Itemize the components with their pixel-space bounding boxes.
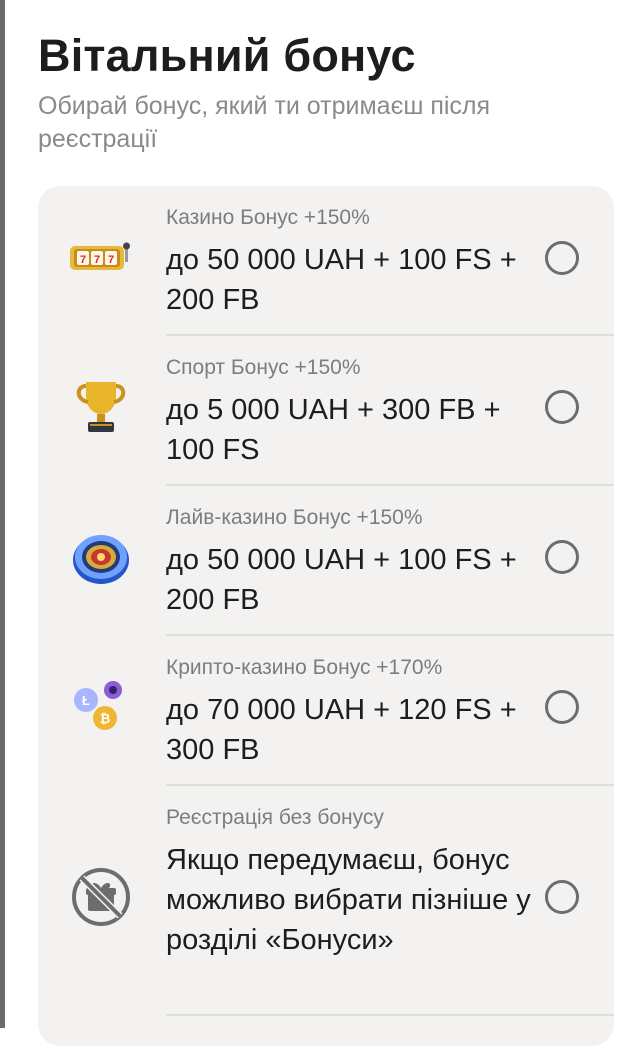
slot-machine-icon: 7 7 7	[68, 224, 134, 290]
page-subtitle: Обирай бонус, який ти отримаєш після реє…	[38, 92, 491, 153]
welcome-bonus-page: Вітальний бонус Обирай бонус, який ти от…	[0, 0, 630, 1046]
radio-button[interactable]	[545, 540, 579, 574]
option-label: Спорт Бонус +150%	[166, 356, 361, 379]
bonus-option-sport[interactable]: Спорт Бонус +150% до 5 000 UAH + 300 FB …	[38, 336, 614, 486]
bonus-option-casino[interactable]: 7 7 7 Казино Бонус +150% до 50 000 UAH +…	[38, 186, 614, 336]
bonus-option-crypto-casino[interactable]: Ł ₿ Крипто-казино Бонус +170% до 70 000 …	[38, 636, 614, 786]
radio-button[interactable]	[545, 880, 579, 914]
radio-button[interactable]	[545, 690, 579, 724]
radio-button[interactable]	[545, 390, 579, 424]
svg-text:Ł: Ł	[82, 693, 90, 708]
option-label: Реєстрація без бонусу	[166, 806, 384, 829]
option-label: Казино Бонус +150%	[166, 206, 370, 229]
page-title: Вітальний бонус	[38, 30, 416, 81]
option-value: до 5 000 UAH + 300 FB + 100 FS	[166, 394, 501, 466]
option-value: до 50 000 UAH + 100 FS + 200 FB	[166, 244, 517, 316]
radio-button[interactable]	[545, 241, 579, 275]
option-value: до 50 000 UAH + 100 FS + 200 FB	[166, 544, 517, 616]
svg-text:₿: ₿	[100, 711, 111, 726]
crypto-coins-icon: Ł ₿	[68, 676, 134, 742]
divider	[166, 1014, 614, 1016]
svg-text:7: 7	[108, 254, 114, 266]
option-value: до 70 000 UAH + 120 FS + 300 FB	[166, 694, 517, 766]
option-value: Якщо передумаєш, бонус можливо вибрати п…	[166, 844, 531, 956]
no-gift-icon	[68, 864, 134, 930]
option-label: Лайв-казино Бонус +150%	[166, 506, 423, 529]
bonus-option-no-bonus[interactable]: Реєстрація без бонусу Якщо передумаєш, б…	[38, 786, 614, 1014]
option-label: Крипто-казино Бонус +170%	[166, 656, 443, 679]
bonus-option-live-casino[interactable]: Лайв-казино Бонус +150% до 50 000 UAH + …	[38, 486, 614, 636]
svg-text:7: 7	[94, 254, 100, 266]
trophy-icon	[68, 374, 134, 440]
svg-text:7: 7	[80, 254, 86, 266]
roulette-icon	[68, 524, 134, 590]
bonus-options-card: 7 7 7 Казино Бонус +150% до 50 000 UAH +…	[38, 186, 614, 1046]
